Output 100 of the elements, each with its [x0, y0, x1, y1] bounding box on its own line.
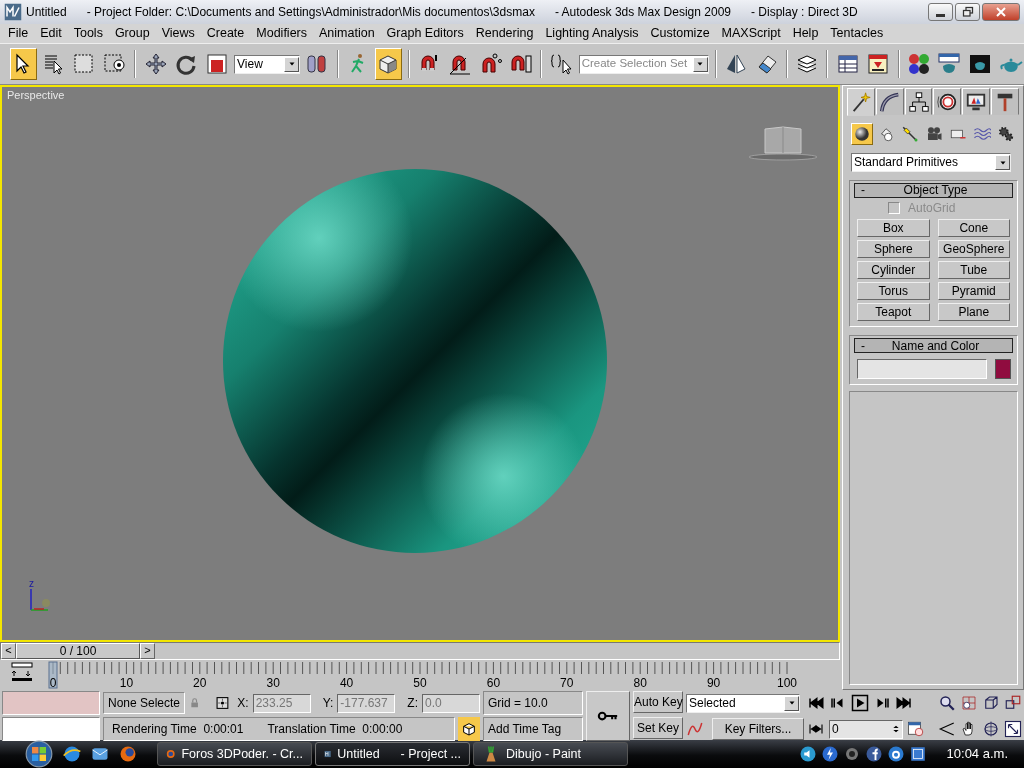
auto-key-button[interactable]: Auto Key — [633, 691, 683, 713]
frame-number: 60 — [486, 676, 501, 690]
rollout-header[interactable]: - Name and Color — [854, 338, 1013, 354]
menu-item[interactable]: Create — [200, 26, 251, 41]
curve-icon[interactable] — [686, 720, 704, 738]
gears-icon — [997, 125, 1015, 143]
taskbar-button[interactable]: Untitled - Project ... — [315, 742, 470, 766]
panel-tab[interactable] — [904, 88, 933, 115]
current-frame-marker[interactable] — [48, 661, 58, 689]
primitive-button[interactable]: Sphere — [857, 240, 930, 259]
menu-item[interactable]: Lighting Analysis — [539, 26, 645, 41]
menu-item[interactable]: MAXScript — [715, 26, 787, 41]
translation-time-text: Translation Time 0:00:00 — [267, 721, 403, 737]
restore-button[interactable] — [955, 3, 980, 21]
primitive-button[interactable]: Box — [857, 219, 930, 238]
listener-output-field[interactable] — [2, 717, 100, 741]
menu-item[interactable]: Modifiers — [250, 26, 313, 41]
menu-item[interactable]: Animation — [313, 26, 381, 41]
set-key-button[interactable]: Set Key — [633, 717, 683, 739]
e-globe-icon[interactable] — [62, 744, 82, 764]
go-to-start-icon[interactable] — [807, 694, 825, 712]
object-name-field[interactable] — [857, 359, 987, 380]
collapse-toggle[interactable]: - — [861, 338, 865, 354]
primitive-button[interactable]: Cylinder — [857, 261, 930, 280]
time-slider-thumb[interactable]: 0 / 100 — [16, 643, 140, 659]
speaker-icon[interactable] — [798, 745, 817, 763]
primitive-button[interactable]: Torus — [857, 282, 930, 301]
menu-item[interactable]: Edit — [34, 26, 68, 41]
primitive-button[interactable]: GeoSphere — [937, 240, 1010, 259]
lightning-icon[interactable] — [820, 745, 839, 763]
menu-item[interactable]: Help — [786, 26, 825, 41]
timeline-ruler[interactable] — [52, 661, 788, 675]
taskbar-button[interactable]: Foros 3DPoder. - Cr... — [157, 742, 312, 766]
menu-item[interactable]: Group — [108, 26, 156, 41]
grid-magnifier-icon[interactable] — [960, 694, 978, 712]
color-swatch[interactable] — [995, 359, 1011, 380]
set-key-mode-button[interactable] — [586, 691, 630, 741]
primitive-button[interactable]: Tube — [937, 261, 1010, 280]
add-time-tag[interactable]: Add Time Tag — [483, 717, 583, 741]
primitives-dropdown[interactable]: Standard Primitives — [851, 153, 1011, 172]
menu-item[interactable]: Rendering — [469, 26, 540, 41]
collapse-toggle[interactable]: - — [861, 183, 865, 198]
target-square-icon[interactable] — [216, 695, 230, 711]
menu-item[interactable]: Tentacles — [824, 26, 890, 41]
network-icon[interactable] — [908, 745, 927, 763]
view-dropdown[interactable]: View — [234, 54, 301, 74]
maximize-viewport-icon[interactable] — [1004, 720, 1022, 738]
category-button[interactable] — [851, 123, 873, 145]
cubes-icon[interactable] — [1004, 694, 1022, 712]
menu-item[interactable]: Graph Editors — [380, 26, 470, 41]
viewcube-drawing[interactable] — [748, 126, 818, 161]
rendering-time-text: Rendering Time 0:00:01 — [112, 721, 244, 737]
panel-tab[interactable] — [875, 88, 904, 115]
panel-tab[interactable] — [991, 88, 1019, 115]
toolbar-button[interactable] — [10, 48, 37, 80]
current-frame-field[interactable]: 0 — [829, 719, 903, 739]
window-title: Untitled - Project Folder: C:\Documents and Settings\Administrador\Mis documentos\3dsmax - Autodesk 3ds Max Design 2009 - Display : Direct 3D — [26, 4, 858, 20]
panel-tab[interactable] — [962, 88, 991, 115]
menu-item[interactable]: Customize — [644, 26, 716, 41]
next-frame-button[interactable]: > — [140, 643, 155, 659]
menu-item[interactable]: Views — [155, 26, 201, 41]
spheres-icon — [906, 52, 931, 76]
previous-frame-button[interactable]: < — [1, 643, 16, 659]
cube-frame-icon[interactable] — [982, 694, 1000, 712]
a-circle-icon[interactable] — [886, 745, 905, 763]
task-title: Dibujo - Paint — [506, 746, 582, 762]
orbit-icon[interactable] — [982, 720, 1000, 738]
restore-icon — [961, 6, 974, 18]
minimize-icon — [936, 14, 945, 17]
panel-tab[interactable] — [847, 88, 875, 116]
menu-item[interactable]: File — [2, 26, 35, 41]
taskbar-button[interactable]: Dibujo - Paint — [473, 742, 628, 766]
close-button[interactable] — [982, 3, 1020, 21]
move-icon — [143, 52, 168, 76]
field-of-view-icon[interactable] — [938, 720, 956, 738]
selection-set-dropdown[interactable]: Create Selection Set — [578, 54, 709, 74]
listener-field[interactable] — [2, 691, 100, 715]
menu-item[interactable]: Tools — [67, 26, 109, 41]
primitive-button[interactable]: Pyramid — [937, 282, 1010, 301]
x-label: X: — [237, 695, 249, 711]
scale-icon — [204, 52, 229, 76]
fox-globe-icon[interactable] — [118, 744, 138, 764]
clock-window-icon[interactable] — [907, 720, 925, 738]
primitive-button[interactable]: Plane — [937, 303, 1010, 322]
braces-cursor-icon — [549, 52, 574, 76]
magnifier-icon[interactable] — [938, 694, 956, 712]
toolbar-button[interactable] — [375, 48, 402, 80]
primitive-button[interactable]: Teapot — [857, 303, 930, 322]
rollout-header[interactable]: - Object Type — [854, 183, 1013, 198]
minimize-button[interactable] — [928, 3, 953, 21]
selection-status: None Selecte — [103, 692, 186, 714]
panel-tab[interactable] — [933, 88, 962, 115]
play-icon[interactable] — [851, 694, 869, 712]
curve-toggle-icon[interactable] — [11, 662, 33, 681]
time-tag-icon[interactable] — [461, 721, 477, 737]
key-mode-dropdown[interactable]: Selected — [686, 693, 800, 713]
key-filters-button[interactable]: Key Filters... — [712, 718, 804, 740]
start-orb-icon[interactable] — [24, 740, 54, 768]
primitive-button[interactable]: Cone — [937, 219, 1010, 238]
f-circle-icon[interactable] — [864, 745, 883, 763]
